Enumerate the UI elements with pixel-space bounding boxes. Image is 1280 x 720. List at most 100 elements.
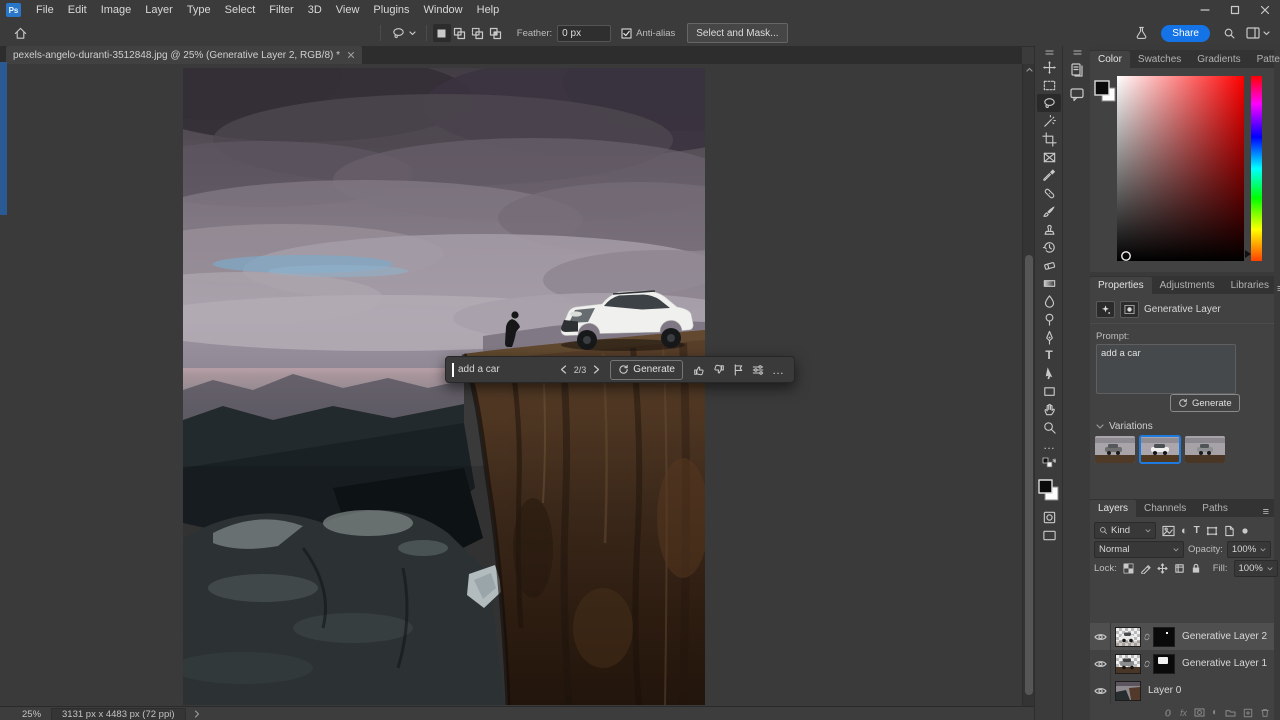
tab-adjustments[interactable]: Adjustments (1152, 277, 1223, 294)
feather-input[interactable]: 0 px (557, 24, 612, 42)
toolbar-more-icon[interactable]: … (1037, 436, 1061, 454)
clone-stamp-tool[interactable] (1037, 220, 1061, 238)
foreground-background-colors[interactable] (1037, 476, 1061, 504)
dodge-tool[interactable] (1037, 310, 1061, 328)
eraser-tool[interactable] (1037, 256, 1061, 274)
layer-row-layer-0[interactable]: Layer 0 (1090, 677, 1274, 704)
screen-mode-icon[interactable] (1037, 526, 1061, 544)
layer-row-generative-layer-1[interactable]: Generative Layer 1 (1090, 650, 1274, 677)
opacity-dropdown[interactable]: 100% (1226, 541, 1271, 558)
lock-artboard-icon[interactable] (1174, 563, 1185, 574)
tab-color[interactable]: Color (1090, 51, 1130, 68)
layer-mask-link-icon[interactable] (1143, 658, 1151, 670)
select-and-mask-button[interactable]: Select and Mask... (687, 23, 788, 43)
variation-thumbnail-3[interactable] (1185, 436, 1225, 463)
scroll-up-icon[interactable] (1026, 67, 1033, 72)
tab-libraries[interactable]: Libraries (1223, 277, 1277, 294)
tab-properties[interactable]: Properties (1090, 277, 1152, 294)
layer-visibility-eye-icon[interactable] (1090, 623, 1111, 650)
layer-thumbnail[interactable] (1115, 653, 1141, 674)
layer-mask-thumbnail[interactable] (1153, 626, 1175, 647)
maximize-button[interactable] (1220, 0, 1250, 20)
lock-pixels-icon[interactable] (1140, 563, 1151, 574)
gradient-tool[interactable] (1037, 274, 1061, 292)
new-group-icon[interactable] (1225, 708, 1236, 717)
tab-gradients[interactable]: Gradients (1189, 51, 1248, 68)
subtract-selection-mode-icon[interactable] (469, 24, 487, 42)
menu-window[interactable]: Window (417, 4, 470, 16)
menu-select[interactable]: Select (218, 4, 263, 16)
default-colors-icon[interactable] (1037, 454, 1061, 472)
generate-button[interactable]: Generate (610, 359, 683, 380)
lasso-tool-preset[interactable] (387, 26, 420, 41)
blend-mode-dropdown[interactable]: Normal (1094, 541, 1184, 558)
thumbs-down-icon[interactable] (709, 360, 729, 380)
layer-mask-badge-icon[interactable] (1120, 301, 1139, 318)
thumbs-up-icon[interactable] (689, 360, 709, 380)
intersect-selection-mode-icon[interactable] (487, 24, 505, 42)
comments-panel-icon[interactable] (1065, 82, 1089, 106)
filter-shape-layers-icon[interactable] (1206, 525, 1218, 537)
crop-tool[interactable] (1037, 130, 1061, 148)
generation-settings-icon[interactable] (748, 360, 768, 380)
hand-tool[interactable] (1037, 400, 1061, 418)
new-adjustment-layer-icon[interactable]: ◐ (1212, 707, 1218, 718)
history-brush-tool[interactable] (1037, 238, 1061, 256)
menu-type[interactable]: Type (180, 4, 218, 16)
next-variation-icon[interactable] (589, 360, 604, 380)
tab-layers[interactable]: Layers (1090, 500, 1137, 517)
filter-pixel-layers-icon[interactable] (1162, 525, 1175, 537)
layer-thumbnail[interactable] (1115, 680, 1141, 701)
variations-section-header[interactable]: Variations (1096, 421, 1153, 432)
rectangle-tool[interactable] (1037, 382, 1061, 400)
tab-patterns[interactable]: Patterns (1249, 51, 1280, 68)
object-selection-tool[interactable] (1037, 112, 1061, 130)
add-mask-icon[interactable] (1194, 708, 1205, 717)
color-field[interactable] (1117, 76, 1244, 261)
type-tool[interactable]: T (1037, 346, 1061, 364)
panel-menu-icon[interactable]: ≡ (1263, 507, 1269, 518)
link-layers-icon[interactable] (1163, 708, 1173, 718)
toolbar-collapse-icon[interactable] (1037, 46, 1061, 58)
layer-visibility-eye-icon[interactable] (1090, 677, 1111, 704)
brush-tool[interactable] (1037, 202, 1061, 220)
zoom-tool[interactable] (1037, 418, 1061, 436)
filter-toggle-icon[interactable] (1241, 527, 1249, 535)
pen-tool[interactable] (1037, 328, 1061, 346)
menu-layer[interactable]: Layer (138, 4, 180, 16)
filter-kind-dropdown[interactable]: Kind (1094, 522, 1156, 539)
lock-position-icon[interactable] (1157, 563, 1168, 574)
add-selection-mode-icon[interactable] (451, 24, 469, 42)
layer-row-generative-layer-2[interactable]: Generative Layer 2 (1090, 623, 1274, 650)
menu-view[interactable]: View (329, 4, 367, 16)
menu-3d[interactable]: 3D (301, 4, 329, 16)
new-layer-icon[interactable] (1243, 708, 1253, 718)
filter-type-layers-icon[interactable]: T (1194, 525, 1200, 536)
lasso-tool[interactable] (1037, 94, 1061, 112)
eyedropper-tool[interactable] (1037, 166, 1061, 184)
delete-layer-icon[interactable] (1260, 708, 1270, 718)
layer-name[interactable]: Generative Layer 2 (1182, 631, 1267, 642)
foreground-background-swatch[interactable] (1094, 80, 1118, 104)
menu-file[interactable]: File (29, 4, 61, 16)
menu-help[interactable]: Help (470, 4, 507, 16)
layer-name[interactable]: Generative Layer 1 (1182, 658, 1267, 669)
layer-name[interactable]: Layer 0 (1148, 685, 1181, 696)
report-flag-icon[interactable] (729, 360, 748, 380)
zoom-level-field[interactable]: 25% (22, 709, 41, 720)
minimize-button[interactable] (1190, 0, 1220, 20)
menu-image[interactable]: Image (94, 4, 139, 16)
status-options-chevron-icon[interactable] (194, 710, 200, 718)
marquee-tool[interactable] (1037, 76, 1061, 94)
tab-paths[interactable]: Paths (1194, 500, 1236, 517)
path-selection-tool[interactable] (1037, 364, 1061, 382)
quick-mask-icon[interactable] (1037, 508, 1061, 526)
tab-close-icon[interactable] (347, 51, 355, 59)
document-tab[interactable]: pexels-angelo-duranti-3512848.jpg @ 25% … (6, 46, 363, 64)
filter-smart-objects-icon[interactable] (1224, 525, 1235, 537)
taskbar-more-icon[interactable]: … (768, 360, 788, 380)
home-icon[interactable] (8, 24, 32, 42)
tab-channels[interactable]: Channels (1136, 500, 1194, 517)
workspace-switcher-icon[interactable] (1246, 27, 1270, 39)
previous-variation-icon[interactable] (556, 360, 571, 380)
